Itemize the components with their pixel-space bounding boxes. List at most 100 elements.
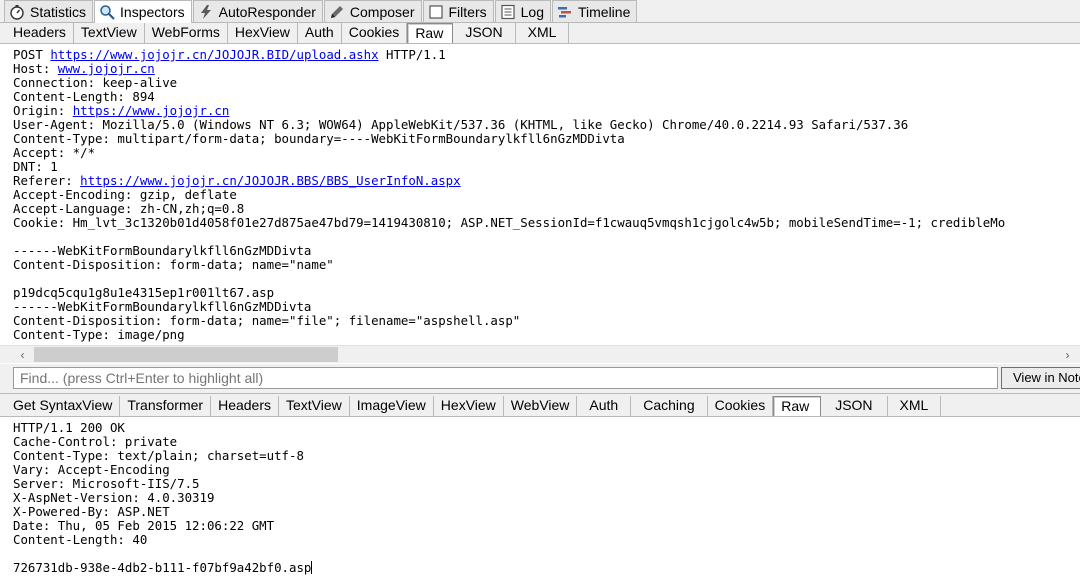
response-line	[13, 547, 1080, 561]
tab-log[interactable]: Log	[494, 0, 551, 22]
response-tab-textview[interactable]: TextView	[279, 396, 350, 416]
main-tab-bar: Statistics Inspectors AutoResponder Comp…	[0, 0, 1080, 23]
url-link[interactable]: https://www.jojojr.cn/JOJOJR.BBS/BBS_Use…	[80, 173, 460, 188]
request-tab-raw[interactable]: Raw	[407, 23, 454, 43]
scroll-left-icon[interactable]: ‹	[14, 346, 31, 363]
tab-label: Filters	[448, 3, 487, 20]
request-line: Connection: keep-alive	[13, 76, 1080, 90]
response-line: 726731db-938e-4db2-b111-f07bf9a42bf0.asp	[13, 560, 313, 575]
tab-composer[interactable]: Composer	[323, 0, 422, 22]
response-line: Server: Microsoft-IIS/7.5	[13, 476, 200, 491]
response-raw-text[interactable]: HTTP/1.1 200 OK Cache-Control: private Con…	[0, 421, 1080, 583]
request-line: ------WebKitFormBoundarylkfll6nGzMDDivta	[13, 300, 1080, 314]
request-line: POST https://www.jojojr.cn/JOJOJR.BID/up…	[13, 48, 1080, 62]
request-tab-textview[interactable]: TextView	[74, 23, 145, 43]
response-line: Vary: Accept-Encoding	[13, 462, 170, 477]
url-link[interactable]: www.jojojr.cn	[58, 61, 155, 76]
response-tab-auth[interactable]: Auth	[577, 396, 632, 416]
tab-label: Timeline	[577, 3, 631, 20]
request-line: Host: www.jojojr.cn	[13, 62, 1080, 76]
url-link[interactable]: https://www.jojojr.cn/JOJOJR.BID/upload.…	[50, 48, 378, 62]
request-horizontal-scrollbar[interactable]: ‹ ›	[0, 345, 1080, 363]
response-tab-cookies[interactable]: Cookies	[708, 396, 774, 416]
line-text: Content-Length: 894	[13, 89, 155, 104]
line-text: ------WebKitFormBoundarylkfll6nGzMDDivta	[13, 299, 312, 314]
request-line	[13, 272, 1080, 286]
line-text: Content-Type: image/png	[13, 327, 185, 342]
request-line: Referer: https://www.jojojr.cn/JOJOJR.BB…	[13, 174, 1080, 188]
request-line: Content-Disposition: form-data; name="fi…	[13, 314, 1080, 328]
request-line: DNT: 1	[13, 160, 1080, 174]
line-text: p19dcq5cqu1g8u1e4315ep1r001lt67.asp	[13, 285, 275, 300]
line-text: Accept-Language: zh-CN,zh;q=0.8	[13, 201, 245, 216]
response-tab-xml[interactable]: XML	[888, 396, 942, 416]
line-text: Connection: keep-alive	[13, 75, 178, 90]
response-tab-get-syntaxview[interactable]: Get SyntaxView	[6, 396, 121, 416]
find-bar: View in Notepad	[0, 364, 1080, 394]
response-tab-raw[interactable]: Raw	[773, 396, 822, 416]
line-text: POST	[13, 48, 51, 62]
tab-label: Composer	[349, 3, 415, 20]
request-tab-json[interactable]: JSON	[453, 23, 516, 43]
request-line: Content-Type: multipart/form-data; bound…	[13, 132, 1080, 146]
checkbox-icon	[428, 4, 444, 20]
log-icon	[500, 4, 516, 20]
line-text: Cookie: Hm_lvt_3c1320b01d4058f01e27d875a…	[13, 215, 1006, 230]
request-raw-text[interactable]: POST https://www.jojojr.cn/JOJOJR.BID/up…	[0, 48, 1080, 345]
tab-statistics[interactable]: Statistics	[4, 0, 94, 22]
response-tab-webview[interactable]: WebView	[504, 396, 578, 416]
tab-inspectors[interactable]: Inspectors	[94, 0, 192, 23]
text-caret	[311, 561, 313, 574]
response-tab-imageview[interactable]: ImageView	[350, 396, 434, 416]
line-text: Origin:	[13, 103, 73, 118]
tab-timeline[interactable]: Timeline	[551, 0, 638, 22]
timeline-icon	[557, 4, 573, 20]
request-tab-webforms[interactable]: WebForms	[145, 23, 228, 43]
request-tab-xml[interactable]: XML	[516, 23, 570, 43]
request-line: Content-Length: 894	[13, 90, 1080, 104]
response-line: X-Powered-By: ASP.NET	[13, 504, 170, 519]
line-text: Accept-Encoding: gzip, deflate	[13, 187, 237, 202]
request-line: Content-Type: image/png	[13, 328, 1080, 342]
lightning-icon	[198, 4, 214, 20]
line-text: Content-Disposition: form-data; name="fi…	[13, 313, 521, 328]
request-line: User-Agent: Mozilla/5.0 (Windows NT 6.3;…	[13, 118, 1080, 132]
line-text: User-Agent: Mozilla/5.0 (Windows NT 6.3;…	[13, 117, 909, 132]
find-input[interactable]	[13, 367, 998, 389]
request-line: Accept: */*	[13, 146, 1080, 160]
response-tab-caching[interactable]: Caching	[631, 396, 708, 416]
request-line: Accept-Language: zh-CN,zh;q=0.8	[13, 202, 1080, 216]
response-line: Content-Type: text/plain; charset=utf-8	[13, 448, 304, 463]
line-text: Host:	[13, 61, 58, 76]
response-tab-hexview[interactable]: HexView	[434, 396, 504, 416]
line-text: Referer:	[13, 173, 81, 188]
tab-label: Statistics	[30, 3, 87, 20]
tab-label: AutoResponder	[218, 3, 316, 20]
scrollbar-thumb[interactable]	[34, 347, 338, 362]
request-tab-hexview[interactable]: HexView	[228, 23, 298, 43]
scroll-right-icon[interactable]: ›	[1059, 346, 1076, 363]
request-line: Origin: https://www.jojojr.cn	[13, 104, 1080, 118]
magnifier-icon	[99, 4, 115, 20]
tab-filters[interactable]: Filters	[422, 0, 494, 22]
request-tab-cookies[interactable]: Cookies	[342, 23, 408, 43]
tab-label: Inspectors	[120, 4, 185, 20]
pencil-icon	[329, 4, 345, 20]
response-tab-headers[interactable]: Headers	[211, 396, 279, 416]
response-line: Content-Length: 40	[13, 532, 148, 547]
view-in-notepad-button[interactable]: View in Notepad	[1001, 367, 1080, 389]
response-tab-json[interactable]: JSON	[821, 396, 888, 416]
line-text: Content-Type: multipart/form-data; bound…	[13, 131, 625, 146]
response-tab-transformer[interactable]: Transformer	[120, 396, 212, 416]
tab-label: Log	[520, 3, 544, 20]
line-text: Accept: */*	[13, 145, 96, 160]
request-tab-headers[interactable]: Headers	[6, 23, 74, 43]
line-text: HTTP/1.1	[378, 48, 446, 62]
tab-autoresponder[interactable]: AutoResponder	[192, 0, 323, 22]
line-text: ------WebKitFormBoundarylkfll6nGzMDDivta	[13, 243, 312, 258]
response-line: HTTP/1.1 200 OK	[13, 421, 125, 435]
request-tab-auth[interactable]: Auth	[298, 23, 342, 43]
line-text: DNT: 1	[13, 159, 58, 174]
request-line	[13, 230, 1080, 244]
url-link[interactable]: https://www.jojojr.cn	[73, 103, 230, 118]
